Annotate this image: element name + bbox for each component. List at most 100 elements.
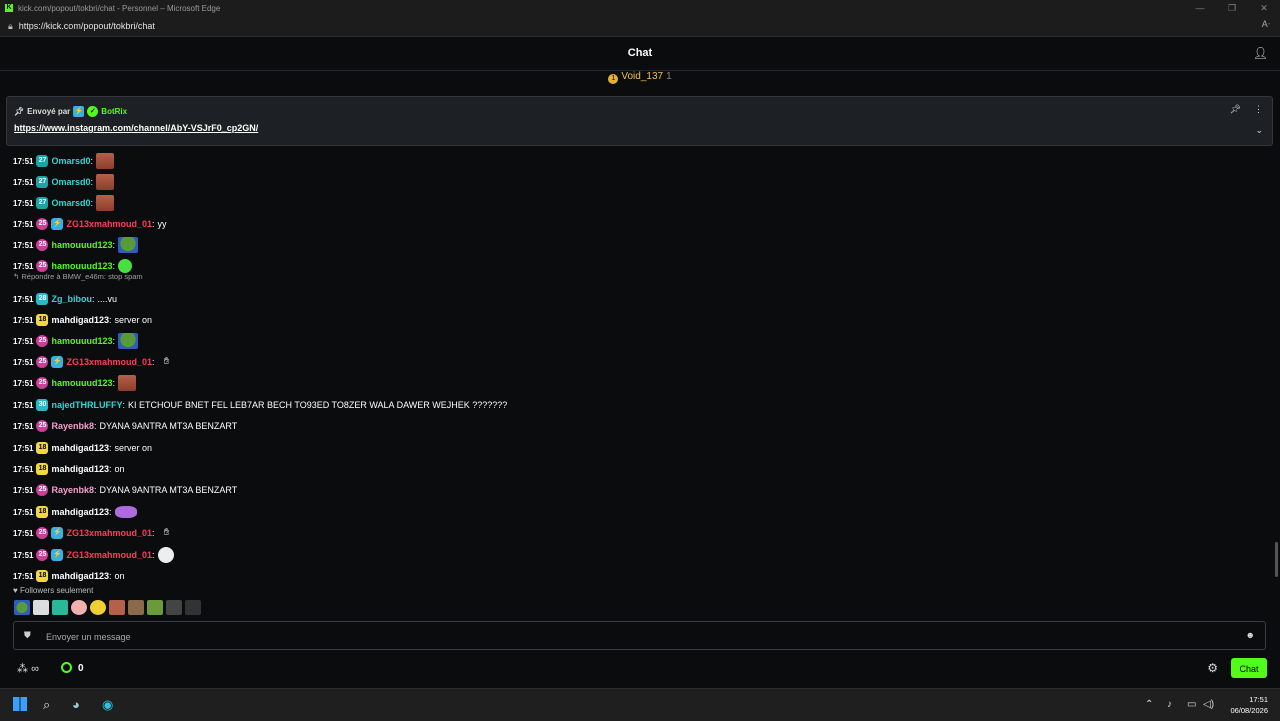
message-timestamp: 17:51 <box>13 485 34 495</box>
send-chat-button[interactable]: Chat <box>1231 658 1267 678</box>
emote-pink[interactable] <box>71 600 87 615</box>
minimize-icon[interactable]: — <box>1184 0 1216 16</box>
channel-points[interactable]: ⁂ ∞ <box>17 662 39 675</box>
emote-cat[interactable] <box>128 600 144 615</box>
emote-logo[interactable] <box>33 600 49 615</box>
volume-icon[interactable]: ◁) <box>1203 699 1214 710</box>
message-colon: : <box>109 571 112 581</box>
message-colon: : <box>112 261 115 271</box>
network-icon[interactable]: ▭ <box>1187 699 1196 710</box>
subscriber-badge-icon: 18 <box>36 442 49 454</box>
subscriber-badge-icon: 18 <box>36 314 49 326</box>
chevron-up-icon[interactable]: ⌃ <box>1145 699 1153 710</box>
message-username[interactable]: Rayenbk8 <box>51 421 94 431</box>
message-colon: : <box>94 421 97 431</box>
chat-message: 17:51 25 ⚡ ZG13xmahmoud_01: ✋︎ <box>13 353 176 371</box>
scrollbar-thumb[interactable] <box>1275 542 1278 577</box>
message-username[interactable]: hamouuud123 <box>51 261 112 271</box>
chat-message: 17:51 25 ⚡ ZG13xmahmoud_01: <box>13 546 174 564</box>
steam-icon[interactable]: ◕ <box>72 697 80 712</box>
chevron-down-icon[interactable]: ⌄ <box>1255 125 1263 136</box>
search-icon[interactable]: ⌕ <box>43 697 50 713</box>
message-timestamp: 17:51 <box>13 464 34 474</box>
close-icon[interactable]: ✕ <box>1248 0 1280 16</box>
more-options-icon[interactable]: ⋮ <box>1254 104 1263 115</box>
emote-green-icon[interactable] <box>118 259 132 273</box>
message-username[interactable]: hamouuud123 <box>51 240 112 250</box>
message-timestamp: 17:51 <box>13 378 34 388</box>
subscriber-badge-icon: 30 <box>36 399 49 411</box>
emote-purple-icon[interactable] <box>114 506 137 518</box>
url-text[interactable]: https://kick.com/popout/tokbri/chat <box>19 21 155 31</box>
window-title: kick.com/popout/tokbri/chat - Personnel … <box>18 3 221 13</box>
message-username[interactable]: mahdigad123 <box>51 571 109 581</box>
emote-mute[interactable] <box>185 600 201 615</box>
settings-gear-icon[interactable]: ⚙ <box>1207 661 1218 675</box>
message-username[interactable]: Omarsd0 <box>51 198 90 208</box>
message-username[interactable]: hamouuud123 <box>51 336 112 346</box>
read-aloud-icon[interactable]: Aᐧ <box>1262 19 1270 30</box>
chat-message: 17:51 18 mahdigad123: server on <box>13 439 152 457</box>
subscriber-badge-icon: 27 <box>36 197 49 209</box>
message-username[interactable]: mahdigad123 <box>51 464 109 474</box>
emote-hand-icon[interactable]: ✋︎ <box>158 525 176 541</box>
message-username[interactable]: ZG13xmahmoud_01 <box>66 357 152 367</box>
message-username[interactable]: Omarsd0 <box>51 156 90 166</box>
subscriber-badge-icon: 27 <box>36 155 49 167</box>
message-username[interactable]: hamouuud123 <box>51 378 112 388</box>
message-timestamp: 17:51 <box>13 315 34 325</box>
emote-face-icon[interactable] <box>96 195 115 211</box>
message-username[interactable]: ZG13xmahmoud_01 <box>66 550 152 560</box>
subscriber-badge-icon: 28 <box>36 293 49 305</box>
leader-name[interactable]: Void_137 <box>621 71 663 82</box>
chat-message: 17:51 27 Omarsd0: <box>13 194 115 212</box>
pinned-link[interactable]: https://www.instagram.com/channel/AbY-VS… <box>14 123 258 133</box>
message-colon: : <box>109 443 112 453</box>
message-colon: : <box>112 240 115 250</box>
message-username[interactable]: mahdigad123 <box>51 443 109 453</box>
message-username[interactable]: najedTHRLUFFY <box>51 400 122 410</box>
address-bar[interactable]: 🔒︎ https://kick.com/popout/tokbri/chat A… <box>0 16 1280 37</box>
subscriber-badge-icon: 25 <box>36 335 49 347</box>
emote-troll-icon[interactable] <box>157 547 174 563</box>
message-username[interactable]: Omarsd0 <box>51 177 90 187</box>
clock-time: 17:51 <box>1249 695 1268 704</box>
message-username[interactable]: ZG13xmahmoud_01 <box>66 528 152 538</box>
reply-context[interactable]: ↰ Répondre à BMW_e46m: stop spam <box>13 272 143 281</box>
message-username[interactable]: ZG13xmahmoud_01 <box>66 219 152 229</box>
kick-coins[interactable]: 0 <box>61 662 84 674</box>
pinned-sender[interactable]: BotRix <box>101 107 127 116</box>
emote-yellow[interactable] <box>90 600 106 615</box>
unpin-icon[interactable]: 📌︎ <box>1230 104 1241 115</box>
emote-teal[interactable] <box>52 600 68 615</box>
lock-icon[interactable]: 🔒︎ <box>8 21 13 32</box>
emote-hand-icon[interactable]: ✋︎ <box>158 354 176 370</box>
message-colon: : <box>152 219 155 229</box>
emote-face[interactable] <box>109 600 125 615</box>
emote-pepe-icon[interactable] <box>118 333 138 349</box>
message-username[interactable]: Zg_bibou <box>51 294 92 304</box>
message-username[interactable]: mahdigad123 <box>51 507 109 517</box>
message-input[interactable] <box>44 628 1228 646</box>
chat-message: 17:51 27 Omarsd0: <box>13 152 115 170</box>
chat-message: 17:51 25 hamouuud123: <box>13 332 138 350</box>
message-username[interactable]: mahdigad123 <box>51 315 109 325</box>
emote-face-icon[interactable] <box>118 375 136 391</box>
edge-icon[interactable]: ◉ <box>102 697 113 713</box>
emote-pepe-icon[interactable] <box>118 237 138 253</box>
microphone-icon[interactable]: ♪ <box>1167 699 1172 710</box>
system-clock[interactable]: 17:51 06/08/2026 <box>1230 694 1268 716</box>
message-username[interactable]: Rayenbk8 <box>51 485 94 495</box>
windows-start-icon[interactable] <box>13 697 27 714</box>
emote-face-icon[interactable] <box>96 153 115 169</box>
emote-face-icon[interactable] <box>96 174 115 190</box>
leaderboard[interactable]: 1 Void_137 1 <box>0 71 1280 91</box>
emote-dark[interactable] <box>166 600 182 615</box>
restore-icon[interactable]: ❐ <box>1216 0 1248 16</box>
emoji-picker-icon[interactable]: ☻ <box>1246 630 1255 640</box>
message-colon: : <box>109 464 112 474</box>
emote-frog[interactable] <box>147 600 163 615</box>
message-input-box[interactable]: ⛊ ☻ <box>13 621 1266 650</box>
emote-pepe[interactable] <box>14 600 30 615</box>
users-icon[interactable]: 👤︎ <box>1253 46 1268 60</box>
